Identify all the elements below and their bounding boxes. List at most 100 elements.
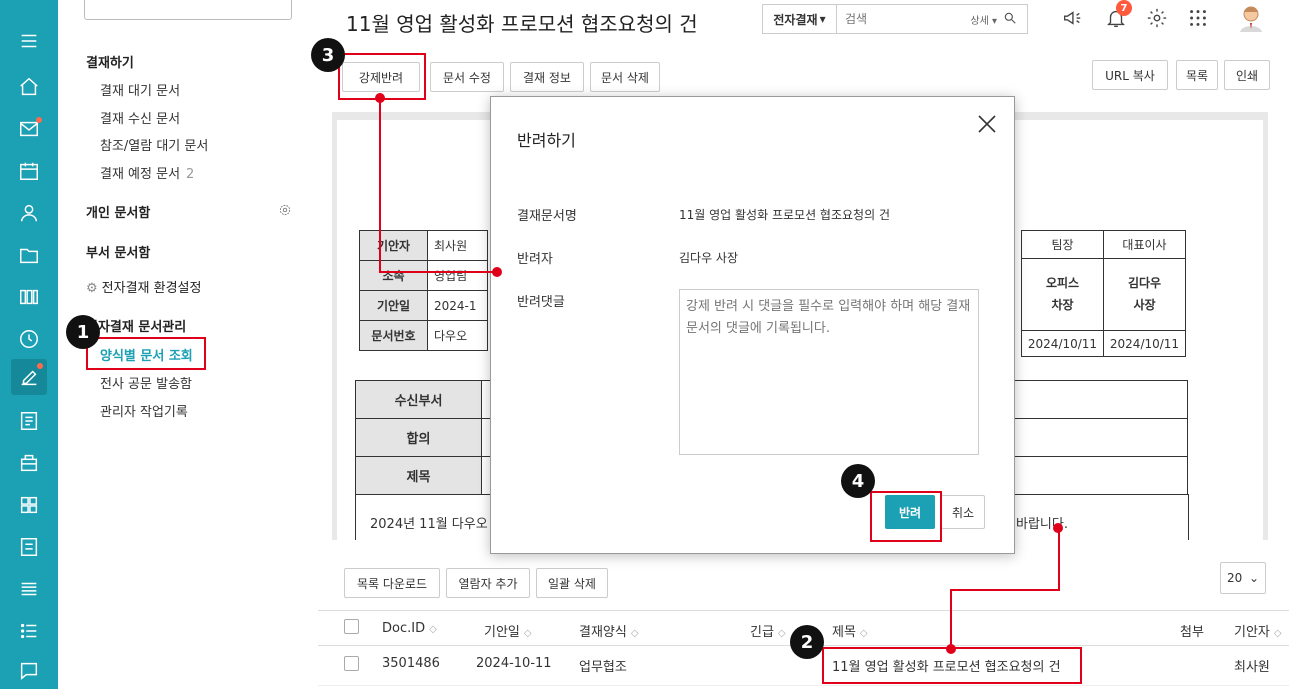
page-title: 11월 영업 활성화 프로모션 협조요청의 건 (346, 12, 698, 36)
connector-line (950, 589, 1060, 591)
reject-comment-input[interactable] (679, 289, 979, 455)
col-docid[interactable]: Doc.ID ◇ (382, 621, 437, 636)
report-icon[interactable] (16, 408, 42, 434)
label-subject: 제목 (355, 456, 482, 495)
todo-icon[interactable] (16, 618, 42, 644)
approval-icon[interactable] (11, 359, 47, 395)
list-icon[interactable] (16, 576, 42, 602)
row-checkbox[interactable] (344, 656, 359, 671)
menu-item-official-sent[interactable]: 전사 공문 발송함 (100, 373, 192, 392)
sign-header-ceo: 대표이사 (1103, 230, 1186, 259)
sign-table: 팀장 대표이사 오피스 차장 김다우 사장 2024/10/11 2024/10/1… (1021, 230, 1186, 357)
col-drafter[interactable]: 기안자 ◇ (1234, 621, 1282, 640)
apps-icon[interactable] (16, 492, 42, 518)
megaphone-icon[interactable] (1058, 4, 1086, 32)
sort-icon: ◇ (859, 628, 868, 639)
page-size-select[interactable]: 20 ⌄ (1220, 562, 1266, 594)
board-icon[interactable] (16, 284, 42, 310)
connector-dot (375, 93, 385, 103)
bulk-delete-button[interactable]: 일괄 삭제 (536, 568, 608, 598)
clock-icon[interactable] (16, 326, 42, 352)
menu-personal-box[interactable]: 개인 문서함 (86, 202, 150, 221)
scheduled-count: 2 (186, 167, 195, 182)
connector-line (950, 589, 952, 649)
col-title[interactable]: 제목 ◇ (832, 621, 868, 640)
approval-info-button[interactable]: 결재 정보 (510, 62, 584, 92)
list-download-button[interactable]: 목록 다운로드 (344, 568, 440, 598)
calendar-icon[interactable] (16, 158, 42, 184)
user-icon[interactable] (16, 200, 42, 226)
settings-gear-icon: ⚙ (86, 281, 98, 296)
folder-icon[interactable] (16, 242, 42, 268)
connector-dot (492, 267, 502, 277)
home-icon[interactable] (16, 74, 42, 100)
delete-document-button[interactable]: 문서 삭제 (590, 62, 660, 92)
comment-label: 반려댓글 (517, 295, 565, 310)
gear-icon[interactable] (278, 203, 292, 217)
step-badge-1: 1 (66, 315, 100, 349)
mail-icon[interactable] (16, 116, 42, 142)
menu-section-approve: 결재하기 (86, 56, 134, 71)
url-copy-button[interactable]: URL 복사 (1092, 60, 1168, 90)
label-agree: 합의 (355, 418, 482, 457)
list-button[interactable]: 목록 (1176, 60, 1218, 90)
close-icon[interactable] (976, 113, 998, 135)
col-title-label: 제목 (832, 625, 856, 640)
menu-item-received[interactable]: 결재 수신 문서 (100, 108, 180, 127)
step-badge-3: 3 (311, 38, 345, 72)
chat-icon[interactable] (16, 658, 42, 684)
app-grid-icon[interactable] (1184, 4, 1212, 32)
menu-settings[interactable]: ⚙ 전자결재 환경설정 (86, 277, 201, 296)
menu-icon[interactable] (16, 28, 42, 54)
search-input[interactable] (837, 6, 971, 32)
step-badge-4: 4 (841, 464, 875, 498)
resource-icon[interactable] (16, 450, 42, 476)
chevron-down-icon: ⌄ (1248, 571, 1259, 585)
step-badge-2: 2 (790, 625, 824, 659)
col-attach: 첨부 (1180, 625, 1204, 640)
survey-icon[interactable] (16, 534, 42, 560)
connector-line (379, 98, 381, 272)
page-size-value: 20 (1227, 571, 1243, 585)
sign-name-team: 오피스 차장 (1021, 258, 1104, 331)
search-scope-select[interactable]: 전자결재 ▾ (763, 5, 837, 33)
col-form[interactable]: 결재양식 ◇ (579, 621, 639, 640)
search-icon[interactable] (1003, 11, 1019, 27)
settings-icon[interactable] (1143, 4, 1171, 32)
col-form-label: 결재양식 (579, 625, 627, 640)
menu-item-pending[interactable]: 결재 대기 문서 (100, 80, 180, 99)
row-docid: 3501486 (382, 656, 440, 671)
sort-icon: ◇ (523, 628, 532, 639)
menu-item-reference[interactable]: 참조/열람 대기 문서 (100, 135, 208, 154)
col-date[interactable]: 기안일 ◇ (484, 621, 532, 640)
sort-icon: ◇ (429, 624, 437, 635)
col-urgent[interactable]: 긴급 ◇ (750, 621, 786, 640)
value-docno: 다우오 (427, 320, 488, 351)
avatar[interactable] (1236, 2, 1266, 32)
print-button[interactable]: 인쇄 (1224, 60, 1270, 90)
bell-icon[interactable]: 7 (1102, 0, 1132, 32)
add-viewer-button[interactable]: 열람자 추가 (446, 568, 530, 598)
search-detail-label: 상세 (970, 15, 989, 27)
row-date: 2024-10-11 (476, 656, 552, 671)
dialog-title: 반려하기 (517, 131, 576, 150)
menu-settings-label: 전자결재 환경설정 (101, 281, 202, 296)
sign-name-ceo: 김다우 사장 (1103, 258, 1186, 331)
menu-dept-box[interactable]: 부서 문서함 (86, 242, 150, 261)
doc-name-value: 11월 영업 활성화 프로모션 협조요청의 건 (679, 208, 890, 222)
row-drafter: 최사원 (1234, 660, 1270, 675)
connector-line (379, 271, 497, 273)
connector-line (1058, 528, 1060, 590)
new-document-button[interactable] (84, 0, 292, 20)
cancel-button[interactable]: 취소 (941, 495, 985, 529)
value-drafter: 최사원 (427, 230, 488, 261)
doc-name-label: 결재문서명 (517, 209, 577, 224)
menu-item-scheduled[interactable]: 결재 예정 문서 2 (100, 163, 194, 182)
menu-item-admin-log[interactable]: 관리자 작업기록 (100, 401, 188, 420)
col-docid-label: Doc.ID (382, 621, 426, 636)
chevron-down-icon: ▾ (819, 12, 826, 26)
edit-document-button[interactable]: 문서 수정 (430, 62, 504, 92)
sort-icon: ◇ (777, 628, 786, 639)
search-detail-toggle[interactable]: 상세 ▾ (970, 12, 997, 27)
select-all-checkbox[interactable] (344, 619, 359, 634)
